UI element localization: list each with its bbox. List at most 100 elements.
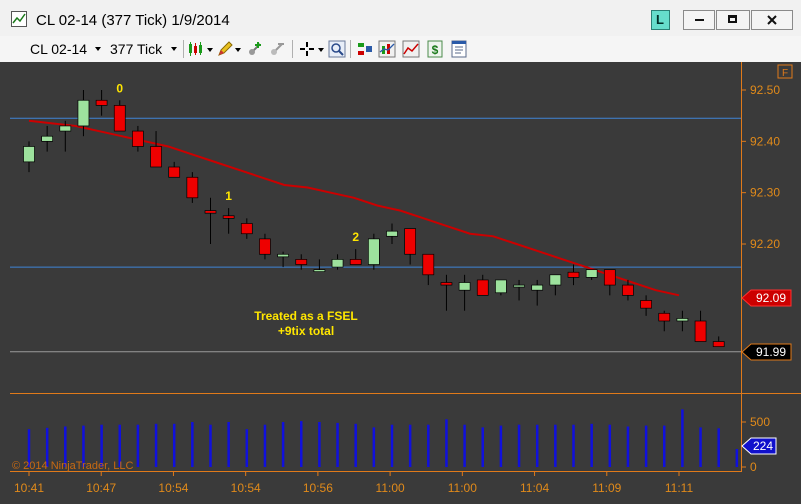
- candle-body: [132, 130, 144, 147]
- toolbar-separator: [183, 40, 184, 58]
- candle-body: [531, 284, 544, 291]
- chevron-down-icon: [95, 47, 101, 51]
- last-price-badge-text: 91.99: [756, 345, 786, 359]
- annotation-line-2: +9tix total: [278, 324, 334, 338]
- candle-body: [77, 99, 90, 127]
- instrument-selector[interactable]: CL 02-14: [22, 36, 108, 62]
- swing-count-label: 1: [225, 189, 232, 203]
- candle-body: [59, 125, 72, 132]
- strategies-icon[interactable]: [402, 40, 420, 58]
- candle-body: [495, 279, 507, 294]
- bar-style-icon[interactable]: [187, 40, 205, 58]
- zoom-icon[interactable]: [328, 40, 346, 58]
- price-chart[interactable]: 92.50 92.40 92.30 92.20 500 0 10:41 10:47 10:54 1…: [0, 62, 801, 504]
- minimize-icon: [695, 19, 704, 21]
- add-drawing-icon[interactable]: [246, 40, 264, 58]
- candle-body: [240, 223, 253, 235]
- window-title-bar: CL 02-14 (377 Tick) 1/9/2014 L: [0, 0, 801, 36]
- ma-price-badge-text: 92.09: [756, 291, 786, 305]
- price-tick-label: 92.20: [750, 237, 780, 251]
- remove-drawing-icon[interactable]: [268, 40, 286, 58]
- left-margin: [0, 62, 10, 472]
- volume-badge-text: 224: [753, 439, 773, 453]
- candle-body: [41, 135, 54, 142]
- crosshair-icon[interactable]: [298, 40, 316, 58]
- link-button[interactable]: L: [651, 10, 670, 30]
- annotation-line-1: Treated as a FSEL: [254, 309, 357, 323]
- price-axis-background: [741, 62, 801, 472]
- time-tick-label: 10:41: [14, 481, 44, 495]
- candle-body: [549, 274, 562, 286]
- copyright-text: © 2014 NinjaTrader, LLC: [12, 460, 133, 472]
- candle-body: [513, 284, 525, 288]
- chevron-down-icon: [207, 48, 213, 52]
- chevron-down-icon: [171, 47, 177, 51]
- candle-body: [259, 238, 271, 255]
- time-tick-label: 11:11: [665, 481, 694, 495]
- price-tick-label: 92.50: [750, 83, 780, 97]
- indicators-icon[interactable]: [378, 40, 396, 58]
- time-tick-label: 11:00: [376, 481, 405, 495]
- candle-body: [585, 269, 598, 278]
- instrument-label: CL 02-14: [30, 41, 88, 57]
- time-tick-label: 11:04: [520, 481, 549, 495]
- candle-body: [658, 312, 671, 322]
- volume-tick-label: 500: [750, 415, 770, 429]
- panel-marker: F: [782, 68, 788, 79]
- time-tick-label: 11:09: [592, 481, 621, 495]
- candle-body: [186, 176, 199, 199]
- time-tick-label: 11:00: [448, 481, 477, 495]
- candle-body: [368, 238, 380, 265]
- chart-app-icon: [11, 11, 27, 27]
- dollar-icon[interactable]: $: [426, 40, 444, 58]
- time-tick-label: 10:56: [303, 481, 333, 495]
- maximize-icon: [728, 15, 737, 23]
- candle-body: [404, 228, 416, 255]
- candle-body: [204, 210, 217, 214]
- candle-body: [712, 341, 725, 348]
- candle-body: [150, 146, 162, 168]
- candle-body: [168, 166, 181, 178]
- close-icon: [767, 15, 777, 25]
- candle-body: [222, 215, 235, 219]
- minimize-button[interactable]: [683, 10, 715, 30]
- swing-count-label: 0: [116, 81, 123, 95]
- candle-body: [95, 99, 108, 106]
- candle-body: [476, 279, 489, 296]
- maximize-button[interactable]: [716, 10, 750, 30]
- candle-body: [277, 253, 289, 258]
- candle-body: [313, 269, 326, 273]
- candle-body: [567, 271, 580, 278]
- properties-icon[interactable]: [450, 40, 468, 58]
- pencil-draw-icon[interactable]: [216, 40, 234, 58]
- chevron-down-icon: [235, 48, 241, 52]
- candle-body: [603, 269, 616, 286]
- candle-body: [113, 105, 126, 132]
- close-button[interactable]: [751, 10, 793, 30]
- candle-body: [622, 284, 634, 296]
- toolbar-separator: [292, 40, 293, 58]
- candle-body: [295, 259, 308, 265]
- chart-toolbar: CL 02-14 377 Tick $: [0, 36, 801, 63]
- interval-label: 377 Tick: [110, 41, 163, 57]
- order-entry-icon[interactable]: [356, 40, 374, 58]
- svg-text:$: $: [432, 43, 439, 57]
- chevron-down-icon: [318, 48, 324, 52]
- swing-count-label: 2: [352, 230, 359, 244]
- candle-body: [640, 300, 652, 309]
- toolbar-separator: [350, 40, 351, 58]
- candlestick[interactable]: [495, 279, 507, 296]
- candle-body: [386, 230, 398, 237]
- candle-body: [694, 320, 707, 342]
- time-tick-label: 10:47: [86, 481, 116, 495]
- candle-body: [458, 282, 471, 291]
- time-tick-label: 10:54: [231, 481, 261, 495]
- window-title: CL 02-14 (377 Tick) 1/9/2014: [36, 12, 230, 29]
- candle-body: [422, 253, 435, 276]
- candle-body: [440, 282, 453, 286]
- interval-selector[interactable]: 377 Tick: [104, 36, 182, 62]
- candlestick[interactable]: [368, 233, 380, 270]
- price-tick-label: 92.30: [750, 186, 780, 200]
- candle-body: [349, 259, 362, 265]
- candle-body: [23, 146, 35, 163]
